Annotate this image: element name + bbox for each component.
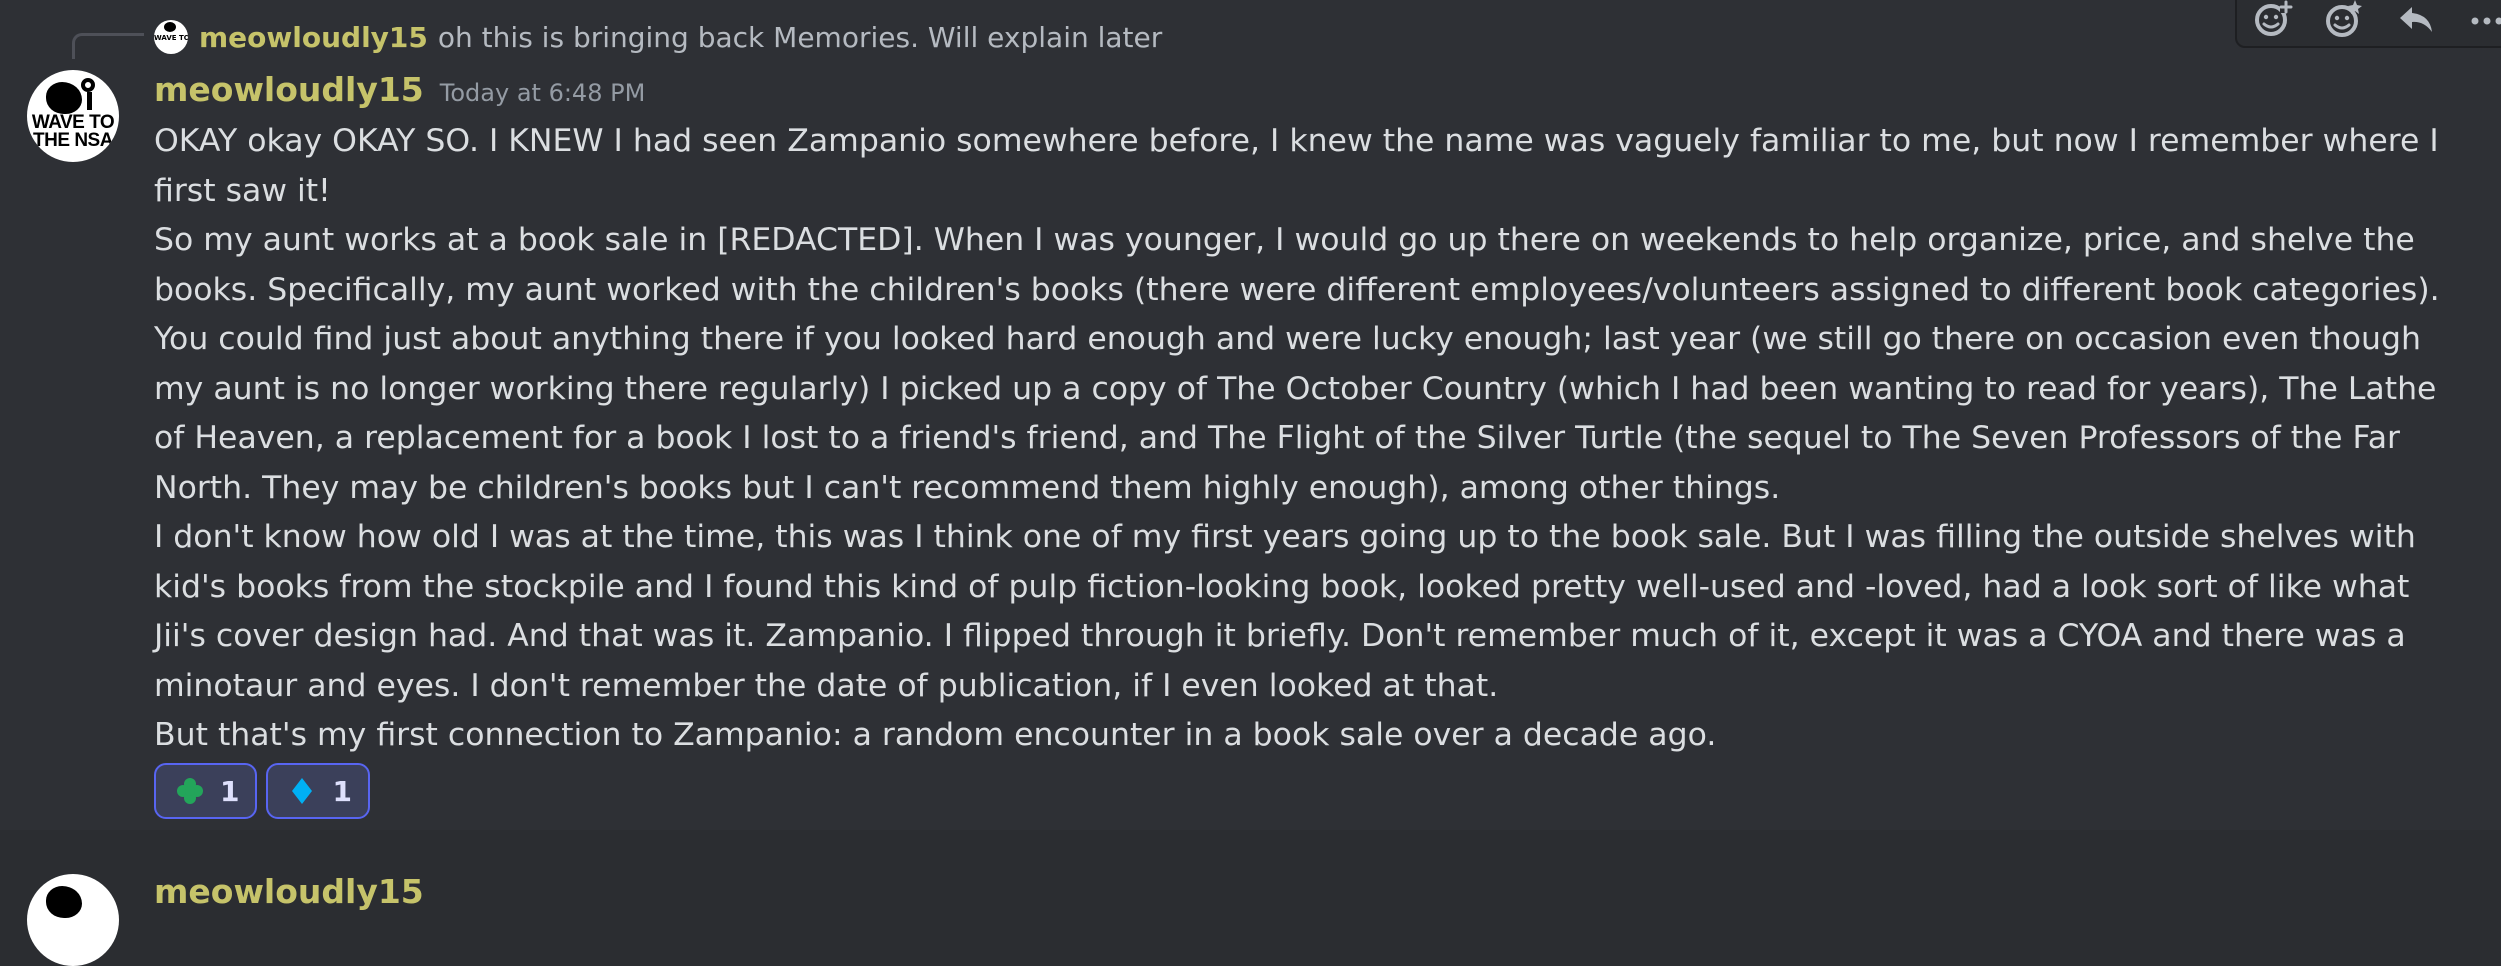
more-icon[interactable] bbox=[2462, 0, 2501, 42]
green-clover-icon bbox=[176, 777, 204, 805]
message-paragraph: OKAY okay OKAY SO. I KNEW I had seen Zam… bbox=[154, 123, 2439, 209]
reply-author[interactable]: meowloudly15 bbox=[199, 21, 428, 54]
reaction-count: 1 bbox=[332, 774, 352, 808]
reply-text[interactable]: oh this is bringing back Memories. Will … bbox=[438, 21, 1162, 54]
message-paragraph: But that's my first connection to Zampan… bbox=[154, 717, 1717, 753]
message-paragraph: I don't know how old I was at the time, … bbox=[154, 519, 2416, 704]
message-header: meowloudly15 Today at 6:48 PM bbox=[154, 70, 645, 116]
reply-preview[interactable]: WAVE TO THE NSA meowloudly15 oh this is … bbox=[154, 17, 1162, 57]
reply-connector-line bbox=[72, 33, 144, 59]
author-avatar[interactable]: WAVE TO THE NSA bbox=[27, 70, 119, 162]
author-name[interactable]: meowloudly15 bbox=[154, 70, 424, 109]
avatar-text: WAVE TO THE NSA bbox=[27, 113, 119, 151]
message-content: OKAY okay OKAY SO. I KNEW I had seen Zam… bbox=[154, 117, 2444, 761]
reactions-bar: 1 1 bbox=[154, 763, 379, 819]
reaction-green-clover[interactable]: 1 bbox=[154, 763, 258, 819]
message-timestamp[interactable]: Today at 6:48 PM bbox=[440, 79, 646, 107]
next-message-author[interactable]: meowloudly15 bbox=[154, 872, 424, 911]
next-message-avatar[interactable] bbox=[27, 874, 119, 966]
reaction-blue-diamond[interactable]: 1 bbox=[266, 763, 370, 819]
message-paragraph: So my aunt works at a book sale in [REDA… bbox=[154, 222, 2440, 506]
avatar-text-line2: THE NSA bbox=[33, 130, 113, 151]
reply-icon[interactable] bbox=[2391, 0, 2441, 42]
message-toolbar bbox=[2235, 0, 2501, 48]
blue-diamond-icon bbox=[288, 777, 316, 805]
add-reaction-icon[interactable] bbox=[2248, 0, 2298, 42]
message-container: WAVE TO THE NSA meowloudly15 oh this is … bbox=[0, 0, 2501, 830]
reply-avatar[interactable]: WAVE TO THE NSA bbox=[154, 20, 188, 54]
reply-avatar-text: WAVE TO THE NSA bbox=[154, 34, 188, 42]
reaction-count: 1 bbox=[220, 774, 240, 808]
super-reaction-icon[interactable] bbox=[2319, 0, 2369, 42]
